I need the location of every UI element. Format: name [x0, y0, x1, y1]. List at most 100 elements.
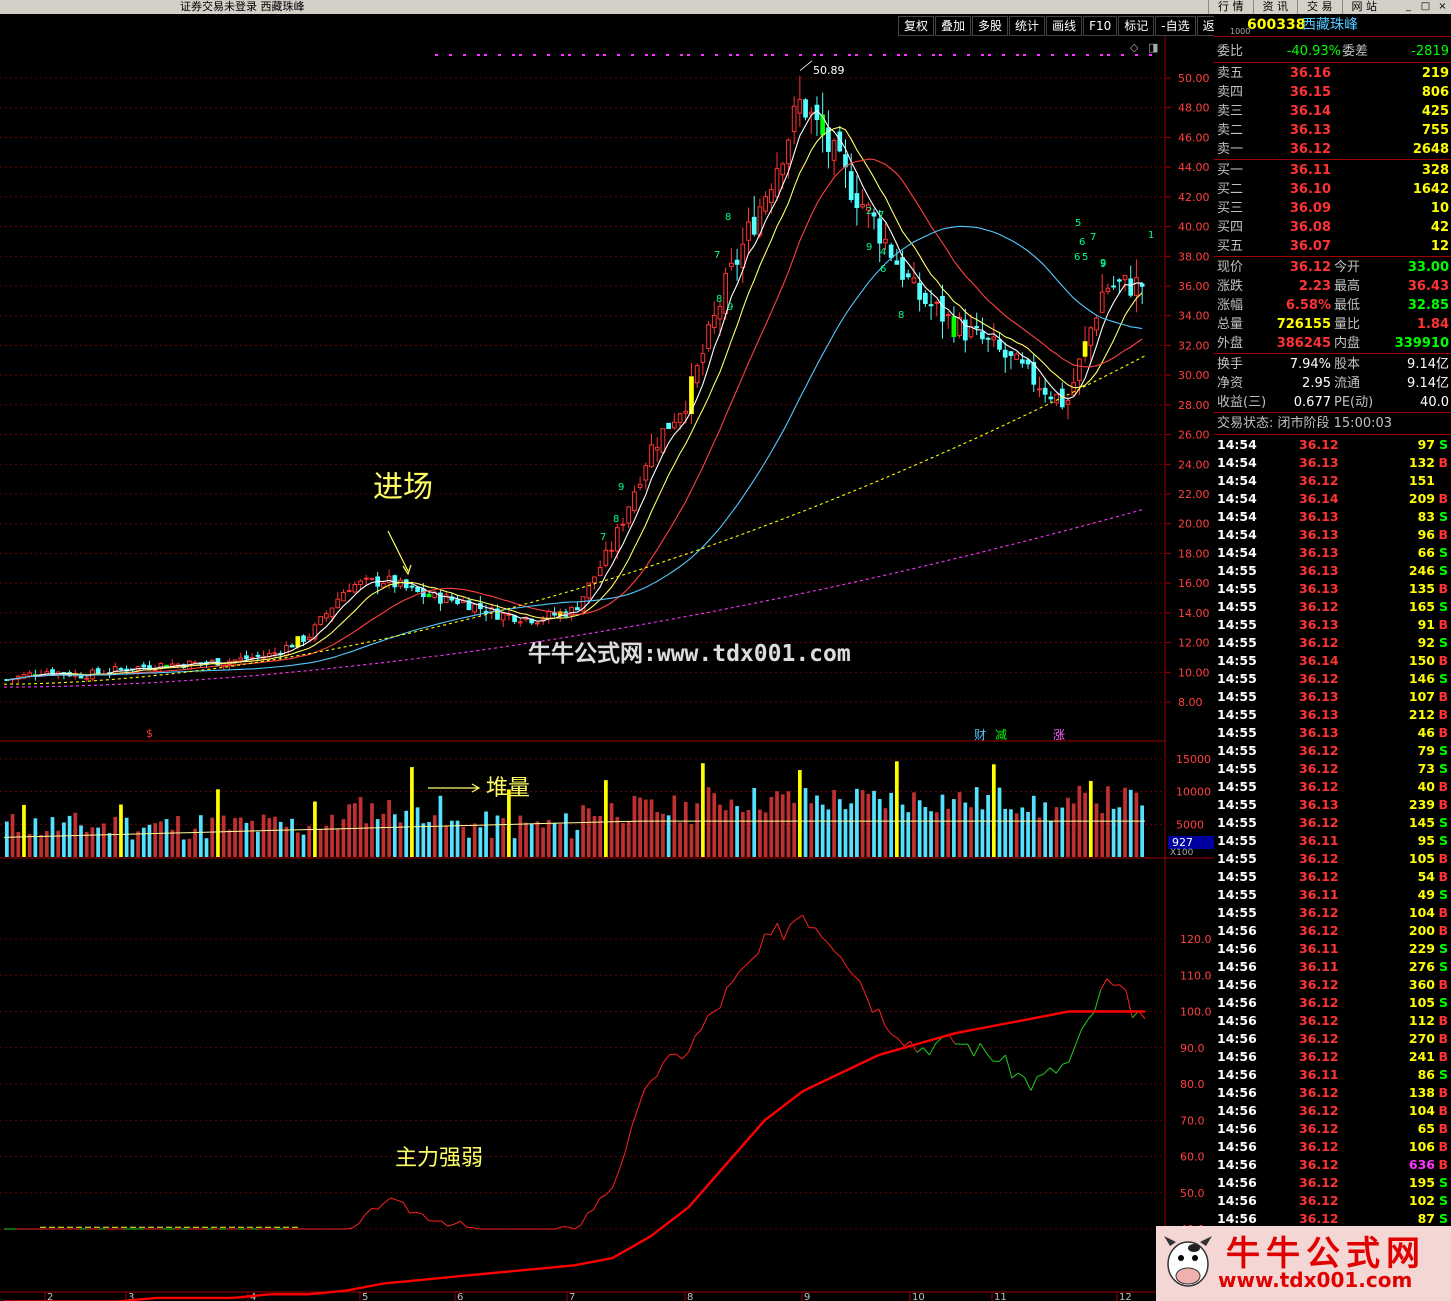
tick-direction: B — [1438, 455, 1448, 470]
candle-body — [951, 316, 957, 337]
tick-row: 14:54 36.13 132 B — [1214, 454, 1451, 472]
signal-dot — [904, 54, 907, 56]
signal-dot — [883, 54, 886, 56]
volume-annotation: 堆量 — [486, 776, 531, 801]
close-button[interactable]: × — [1434, 0, 1451, 14]
bid-volume: 42 — [1430, 220, 1449, 235]
menu-website[interactable]: 网 站 — [1341, 0, 1387, 14]
volume-bar — [79, 825, 83, 857]
signal-dot — [988, 54, 991, 56]
candle-body — [306, 636, 312, 640]
volume-bar — [301, 834, 306, 857]
watchlist-button[interactable]: -自选 — [1155, 16, 1196, 36]
tick-volume: 49 — [1417, 887, 1435, 902]
bid-row[interactable]: 买二 36.10 1642 — [1214, 180, 1451, 199]
volume-bar — [552, 823, 557, 857]
event-tag-rise[interactable]: 涨 — [1053, 726, 1065, 743]
restore-rights-button[interactable]: 复权 — [898, 16, 935, 36]
volume-bar — [467, 837, 471, 857]
ask-row[interactable]: 卖一 36.12 2648 — [1214, 140, 1451, 159]
tick-direction: S — [1438, 1193, 1448, 1208]
candle-body — [609, 549, 614, 552]
candle-body — [888, 244, 894, 258]
tick-time: 14:55 — [1217, 905, 1257, 920]
window-title: 证券交易未登录 西藏珠峰 — [180, 0, 305, 13]
bid-row[interactable]: 买四 36.08 42 — [1214, 218, 1451, 237]
volume-bar — [763, 812, 768, 857]
ask-row[interactable]: 卖五 36.16 219 — [1214, 64, 1451, 83]
signal-dot — [687, 54, 690, 56]
menu-trade[interactable]: 交 易 — [1297, 0, 1342, 14]
strength-line-segment — [1119, 984, 1127, 991]
bid-row[interactable]: 买一 36.11 328 — [1214, 161, 1451, 180]
tick-volume: 105 — [1408, 851, 1435, 866]
volume-bar — [295, 832, 300, 857]
strength-line-segment — [1068, 1045, 1076, 1063]
tick-row: 14:56 36.12 65 B — [1214, 1120, 1451, 1138]
tick-row: 14:55 36.12 104 B — [1214, 904, 1451, 922]
volume-bar — [210, 817, 215, 857]
multi-stock-button[interactable]: 多股 — [972, 16, 1009, 36]
candle-body — [871, 212, 877, 217]
volume-bar — [318, 829, 323, 857]
candle-body — [386, 575, 392, 584]
tick-direction: B — [1438, 1139, 1448, 1154]
stat-label: 现价 — [1217, 260, 1244, 275]
tick-direction: S — [1438, 941, 1448, 956]
bid-row[interactable]: 买三 36.09 10 — [1214, 199, 1451, 218]
stat-label: 涨幅 — [1217, 298, 1244, 313]
volume-bar — [489, 837, 494, 857]
tick-direction: S — [1438, 671, 1448, 686]
draw-line-button[interactable]: 画线 — [1046, 16, 1083, 36]
volume-bar — [780, 794, 785, 857]
overlay-button[interactable]: 叠加 — [935, 16, 972, 36]
strength-line-segment — [827, 942, 835, 952]
mark-button[interactable]: 标记 — [1118, 16, 1155, 36]
volume-bar — [261, 814, 266, 857]
statistics-button[interactable]: 统计 — [1009, 16, 1046, 36]
tick-row: 14:55 36.14 150 B — [1214, 652, 1451, 670]
candle-body — [717, 305, 723, 320]
price-axis-label: 46.00 — [1178, 131, 1210, 144]
signal-dot — [764, 54, 767, 56]
price-axis-label: 38.00 — [1178, 250, 1210, 263]
candle-body — [535, 622, 540, 625]
candle-body — [1111, 285, 1116, 288]
maximize-button[interactable]: □ — [1417, 0, 1434, 14]
volume-bar — [1066, 797, 1070, 857]
candle-body — [1054, 393, 1059, 404]
strength-line-segment — [967, 1043, 975, 1057]
window-icon[interactable]: ◨ — [1148, 41, 1158, 54]
f10-button[interactable]: F10 — [1083, 16, 1118, 36]
tick-price: 36.12 — [1299, 869, 1339, 884]
event-tag-dollar[interactable]: $ — [146, 727, 153, 740]
tick-direction: S — [1438, 815, 1448, 830]
strength-line-segment — [713, 1007, 721, 1013]
ask-row[interactable]: 卖三 36.14 425 — [1214, 102, 1451, 121]
candle-body — [438, 592, 443, 604]
tick-row: 14:55 36.13 246 S — [1214, 562, 1451, 580]
volume-bar — [1094, 803, 1099, 857]
wave-count-label: 5 — [1075, 218, 1081, 229]
ask-row[interactable]: 卖二 36.13 755 — [1214, 121, 1451, 140]
ask-label: 卖五 — [1217, 66, 1244, 81]
signal-dot — [463, 54, 466, 56]
event-tag-finance[interactable]: 财 — [974, 726, 986, 743]
ask-price: 36.12 — [1289, 142, 1331, 157]
tick-price: 36.12 — [1299, 1049, 1339, 1064]
kline-chart[interactable]: 50.0048.0046.0044.0042.0040.0038.0036.00… — [0, 36, 1214, 1301]
menu-news[interactable]: 资 讯 — [1252, 0, 1298, 14]
volume-bar — [1140, 805, 1144, 857]
month-label: 5 — [362, 1292, 368, 1301]
signal-dot — [813, 54, 816, 56]
diamond-icon[interactable]: ◇ — [1130, 41, 1139, 54]
menu-quotes[interactable]: 行 情 — [1208, 0, 1253, 14]
logo-url: www.tdx001.com — [1218, 1268, 1413, 1292]
volume-bar — [900, 804, 905, 857]
bid-row[interactable]: 买五 36.07 12 — [1214, 237, 1451, 256]
minimize-button[interactable]: _ — [1400, 0, 1417, 14]
ask-row[interactable]: 卖四 36.15 806 — [1214, 83, 1451, 102]
volume-bar — [1020, 807, 1025, 857]
event-tag-reduce[interactable]: 减 — [995, 726, 1007, 743]
tick-price: 36.12 — [1299, 923, 1339, 938]
